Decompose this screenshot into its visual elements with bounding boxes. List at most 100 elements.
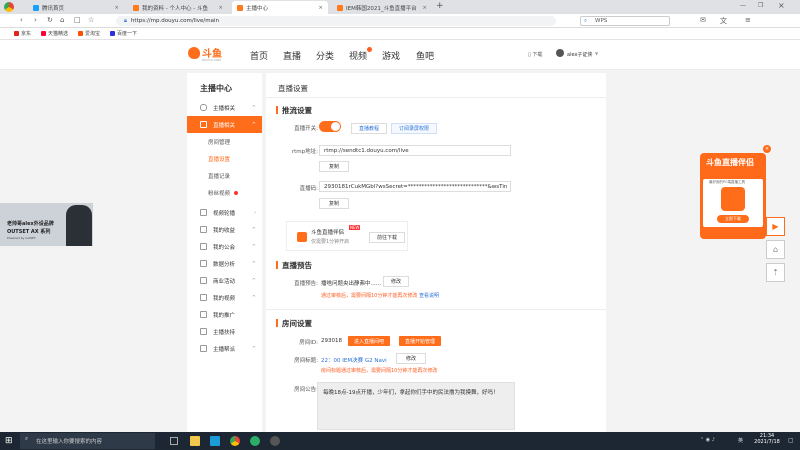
sidebar-item-faction[interactable]: 主播帮派 ^ (187, 340, 262, 357)
sidebar-item-income[interactable]: 我的收益 ^ (187, 221, 262, 238)
close-icon[interactable]: × (314, 5, 323, 11)
chevron-down-icon[interactable]: ▼ (595, 51, 598, 56)
nav-home[interactable]: 首页 (250, 49, 268, 62)
douyu-logo[interactable]: 斗鱼 DOUYU.COM (188, 45, 228, 65)
tray-icons[interactable]: ⌃ ◉ ♪ (700, 437, 715, 443)
new-tab-button[interactable]: + (436, 1, 444, 11)
sidebar-sub-fan-video[interactable]: 粉丝视频 (187, 184, 262, 201)
promo-close-icon[interactable]: × (763, 145, 771, 153)
back-to-top-icon[interactable]: ⇡ (766, 263, 785, 282)
section-notice-title: 直播预告 (276, 260, 312, 271)
download-link[interactable]: ▯ 下载 (528, 51, 542, 58)
sidebar-item-anchor[interactable]: 主播相关 ^ (187, 99, 262, 116)
ime-indicator[interactable]: 英 (738, 437, 743, 444)
username[interactable]: alex子证侠 (567, 51, 592, 58)
copy-code-button[interactable]: 复制 (319, 198, 349, 209)
nav-game[interactable]: 游戏 (382, 49, 400, 62)
bookmark-tmall[interactable]: 天猫精选 (41, 30, 68, 37)
back-icon[interactable]: ‹ (20, 16, 23, 24)
close-icon[interactable]: × (214, 5, 223, 11)
nav-video[interactable]: 视频 (349, 47, 373, 62)
stream-code-field[interactable]: 2930181rCukMGbl?wsSecret=***************… (319, 181, 511, 192)
nav-category[interactable]: 分类 (316, 49, 334, 62)
copy-rtmp-button[interactable]: 复制 (319, 161, 349, 172)
url-input[interactable]: 🔒︎ https://mp.douyu.com/live/main (116, 16, 556, 26)
sidebar-sub-settings[interactable]: 直播设置 (187, 150, 262, 167)
chrome-icon[interactable] (230, 436, 240, 446)
new-window-icon[interactable]: □ (74, 16, 81, 24)
tab-tencent[interactable]: 腾讯首页 × (28, 1, 124, 14)
translate-icon[interactable]: 文 (720, 16, 727, 26)
notification-dot (234, 190, 239, 195)
sidebar-item-analytics[interactable]: 数据分析 ^ (187, 255, 262, 272)
sidebar-item-guild[interactable]: 我的公会 ^ (187, 238, 262, 255)
tab-iem[interactable]: IEM韩国2021_斗鱼直播平台 × (332, 1, 432, 14)
close-icon[interactable]: × (418, 5, 427, 11)
nav-live[interactable]: 直播 (283, 49, 301, 62)
task-view-icon[interactable] (170, 437, 178, 445)
bookmark-favicon (14, 31, 19, 36)
bookmark-baidu[interactable]: 百度一下 (110, 30, 137, 37)
notice-help-link[interactable]: 查看说明 (419, 293, 439, 299)
search-input[interactable]: ⌕ WPS (580, 16, 670, 26)
reload-icon[interactable]: ↻ (47, 16, 53, 24)
sidebar-item-promotion[interactable]: 我的推广 (187, 306, 262, 323)
cam-line1: 老帅哥alex外设品牌 (7, 221, 54, 227)
file-explorer-icon[interactable] (190, 436, 200, 446)
sidebar-item-support[interactable]: 主播扶持 (187, 323, 262, 340)
minimize-icon[interactable]: — (740, 2, 746, 9)
companion-download-button[interactable]: 前往下载 (369, 232, 405, 243)
room-title-edit-button[interactable]: 修改 (396, 353, 426, 364)
tutorial-button[interactable]: 直播教程 (351, 123, 387, 134)
bookmark-jd[interactable]: 京东 (14, 30, 31, 37)
maximize-icon[interactable]: ❐ (758, 2, 763, 9)
announcement-textarea[interactable]: 每晚18点-19点开播，少年们，拿起你们手中的民法撸为我摸舞，好吗！ (317, 382, 515, 430)
close-icon[interactable]: × (110, 5, 119, 11)
steam-icon[interactable] (210, 436, 220, 446)
enter-room-button[interactable]: 进入直播间吧 (348, 336, 390, 346)
sidebar-sub-label: 直播设置 (208, 156, 231, 163)
chevron-up-icon: ^ (251, 277, 256, 284)
menu-icon[interactable]: ≡ (745, 16, 751, 24)
live-switch-toggle[interactable] (319, 121, 341, 132)
windows-start-icon[interactable]: ⊞ (5, 436, 13, 446)
bookmark-aitaobao[interactable]: 爱淘宝 (78, 30, 100, 37)
nav-yuba[interactable]: 鱼吧 (416, 49, 434, 62)
extension-icon[interactable]: ✉ (700, 16, 706, 24)
play-icon[interactable]: ▶ (766, 217, 785, 236)
avatar[interactable] (556, 49, 564, 57)
taskbar: ⊞ ⌕ 在这里输入你要搜索的内容 ⌃ ◉ ♪ 英 21:34 2021/7/18… (0, 432, 800, 450)
sidebar-item-video-carousel[interactable]: 视频轮播 › (187, 204, 262, 221)
sidebar-item-my-videos[interactable]: 我的视频 ^ (187, 289, 262, 306)
home-icon[interactable]: ⌂ (60, 16, 64, 24)
sidebar-item-label: 视频轮播 (213, 210, 236, 217)
forward-icon[interactable]: › (34, 16, 37, 24)
subscribe-record-button[interactable]: 订阅录屏权限 (391, 123, 437, 134)
webcam-overlay: 老帅哥alex外设品牌 OUTSET AX 系列 Powered by outS… (0, 203, 93, 246)
home-float-icon[interactable]: ⌂ (766, 240, 785, 259)
close-window-icon[interactable]: × (778, 1, 785, 10)
notice-edit-button[interactable]: 修改 (383, 276, 409, 287)
chevron-up-icon: ^ (251, 226, 256, 233)
obs-icon[interactable] (270, 436, 280, 446)
promo-download-button[interactable]: 立即下载 (717, 215, 749, 223)
rtmp-url-field[interactable]: rtmp://sendtc1.douyu.com/live (319, 145, 511, 156)
browser-logo-icon[interactable] (4, 2, 14, 12)
star-icon[interactable]: ☆ (88, 16, 94, 24)
tab-profile[interactable]: 我的资料 - 个人中心 - 斗鱼 × (128, 1, 228, 14)
tab-streamer-center[interactable]: 主播中心 × (232, 1, 328, 14)
clock[interactable]: 21:34 2021/7/18 (752, 433, 782, 445)
address-bar: ‹ › ↻ ⌂ □ ☆ 🔒︎ https://mp.douyu.com/live… (0, 14, 800, 28)
tab-favicon (337, 4, 343, 11)
taskbar-search-input[interactable]: ⌕ 在这里输入你要搜索的内容 (20, 433, 155, 449)
sidebar-item-business[interactable]: 商业活动 ^ (187, 272, 262, 289)
wechat-icon[interactable] (250, 436, 260, 446)
sidebar-sub-room[interactable]: 房间管理 (187, 133, 262, 150)
rtmp-label: rtmp地址: (291, 149, 318, 155)
sidebar-sub-records[interactable]: 直播记录 (187, 167, 262, 184)
notification-icon[interactable]: ▢ (788, 437, 794, 444)
sidebar-sub-label: 粉丝视频 (208, 190, 231, 197)
manage-room-button[interactable]: 直播开始管理 (399, 336, 441, 346)
companion-promo-banner[interactable]: 斗鱼直播伴侣 最好用的PC端直播工具 立即下载 (700, 153, 766, 239)
sidebar-item-live[interactable]: 直播相关 ^ (187, 116, 262, 133)
